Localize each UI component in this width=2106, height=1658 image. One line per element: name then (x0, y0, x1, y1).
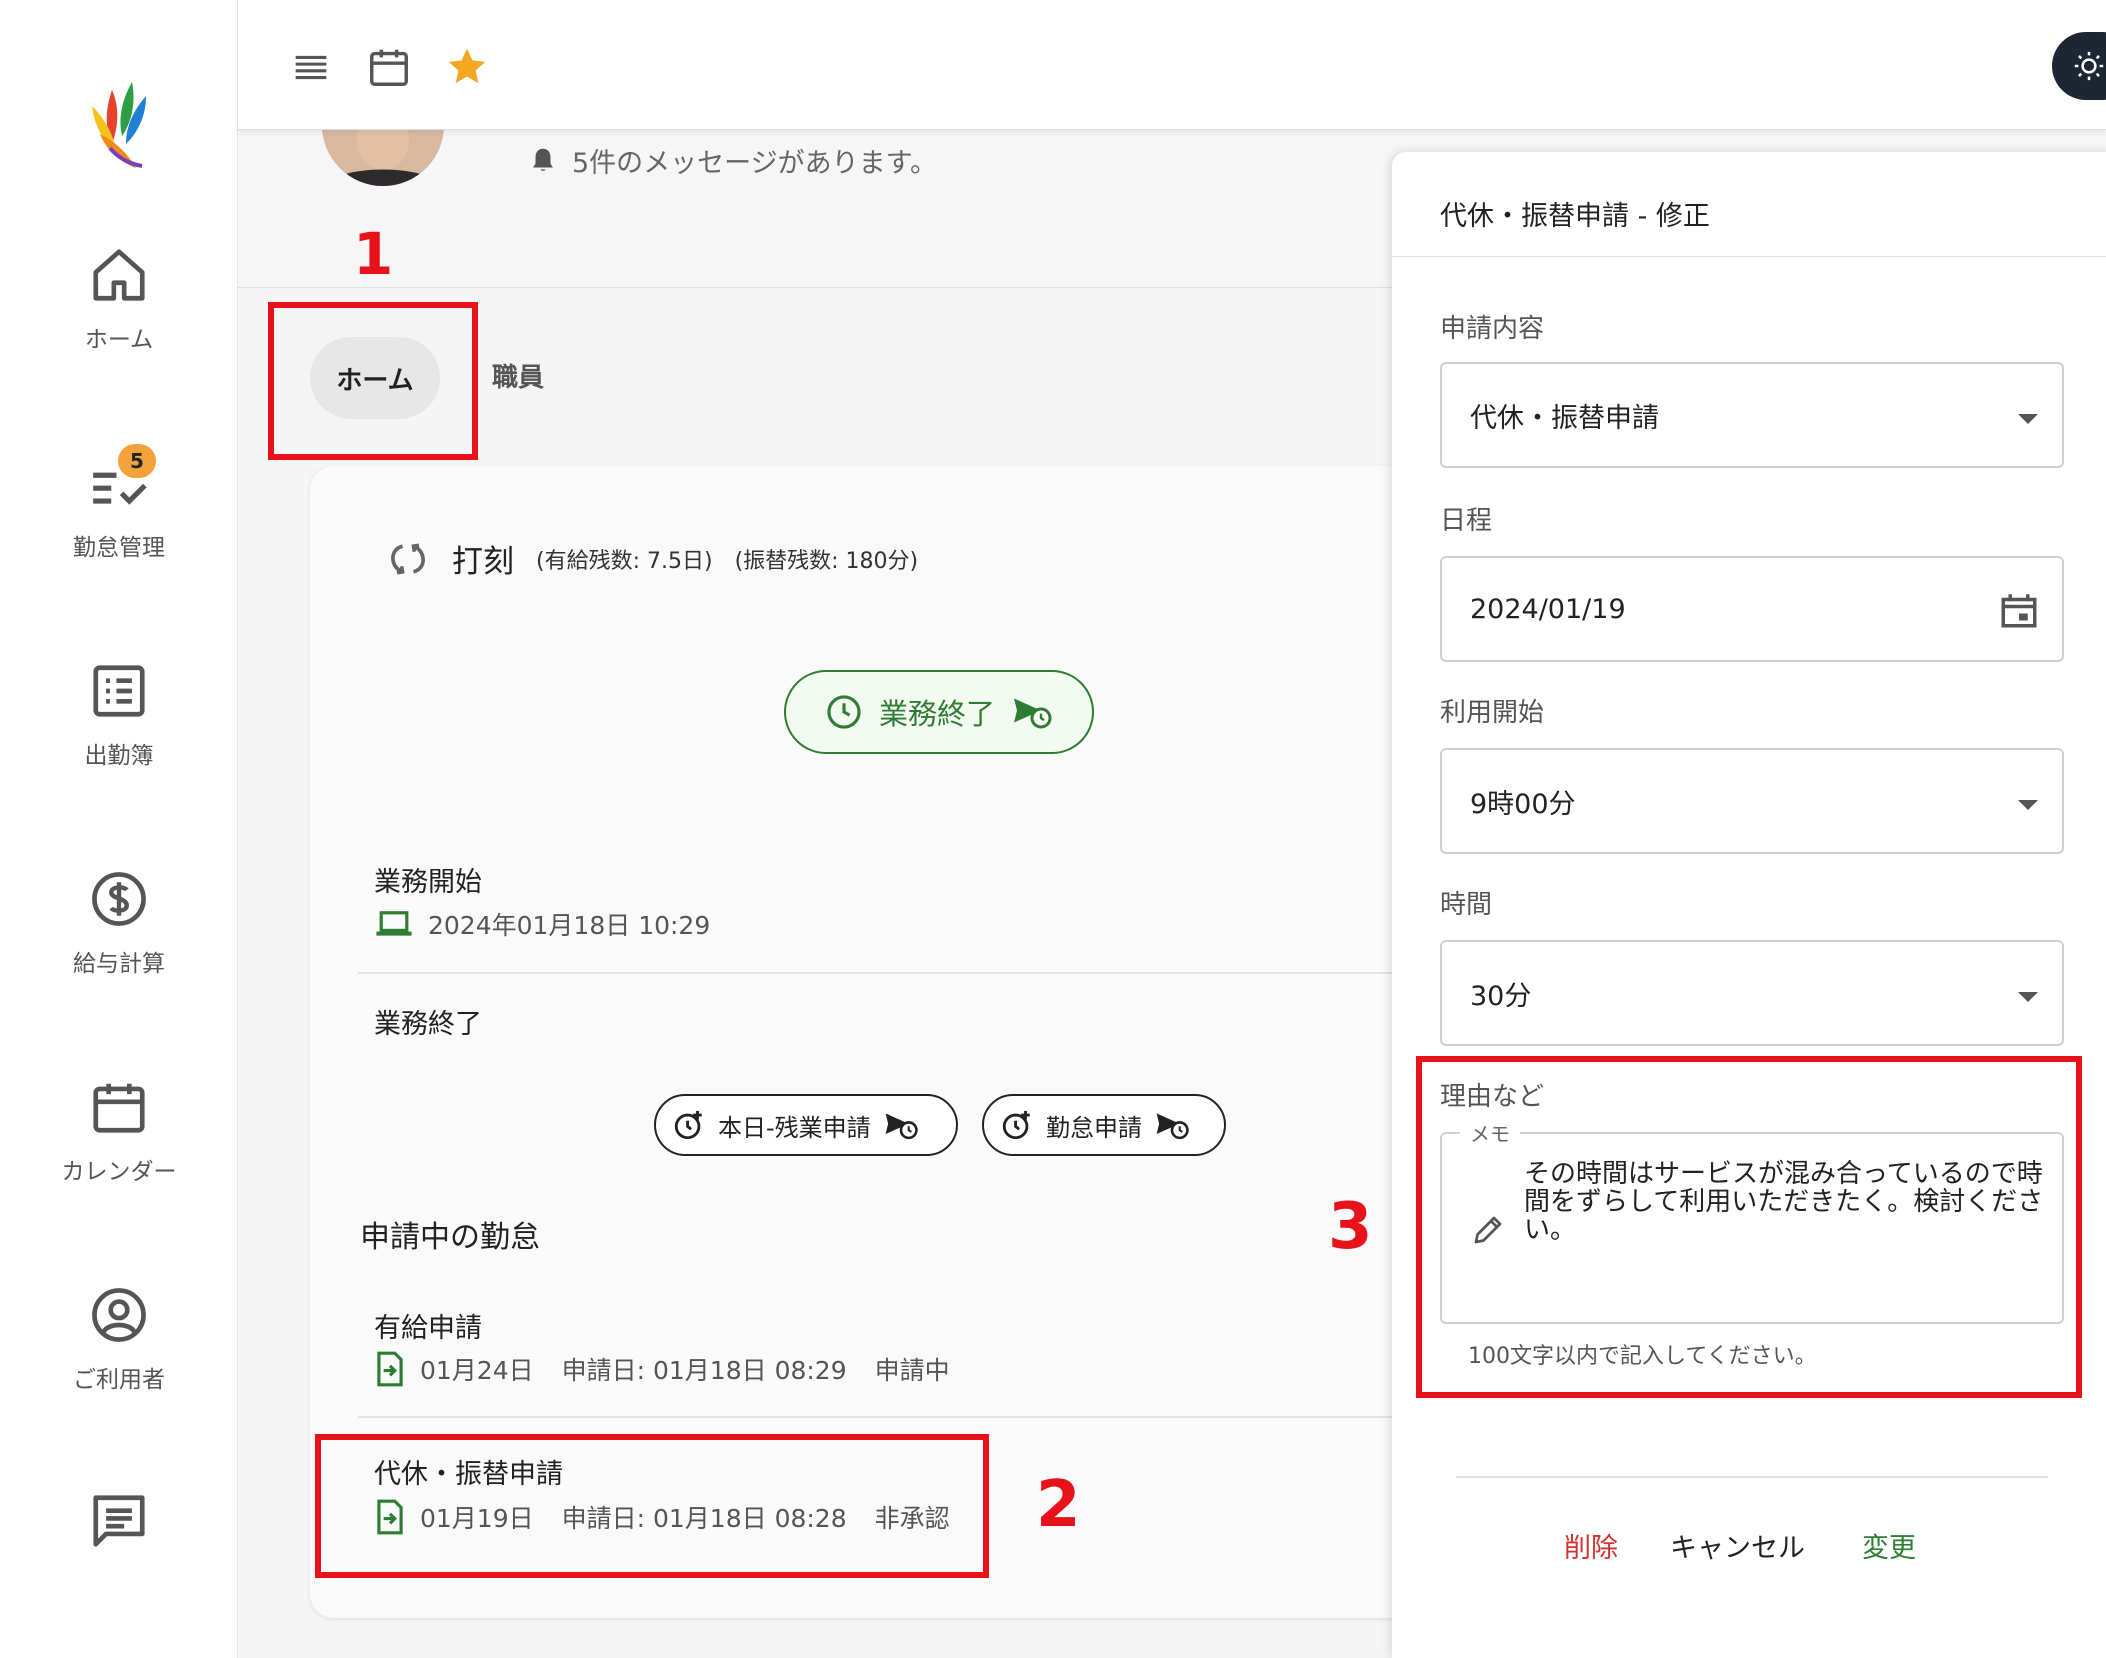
send-clock-icon (883, 1109, 919, 1141)
attendance-request-label: 勤怠申請 (1046, 1113, 1142, 1142)
request-title: 有給申請 (374, 1313, 482, 1344)
duration-select[interactable]: 30分 (1440, 940, 2064, 1046)
duration-value: 30分 (1470, 980, 1532, 1012)
annotation-marker-2: 2 (1036, 1468, 1081, 1542)
start-label: 利用開始 (1440, 698, 1545, 728)
work-end-label: 業務終了 (374, 1009, 482, 1040)
chevron-down-icon (2018, 800, 2038, 810)
divider (358, 1416, 1410, 1418)
transfer-remaining: (振替残数: 180分) (734, 548, 919, 574)
top-bar (238, 0, 2106, 130)
home-icon (88, 244, 150, 306)
send-clock-icon (1154, 1109, 1190, 1141)
annotation-marker-1: 1 (353, 220, 394, 288)
alarm-add-icon (1000, 1108, 1034, 1142)
sidebar-item-label: カレンダー (61, 1159, 177, 1185)
request-applied: 申請日: 01月18日 08:29 (561, 1356, 847, 1385)
start-time-select[interactable]: 9時00分 (1440, 748, 2064, 854)
sidebar-item-attendance[interactable]: 5 勤怠管理 (0, 444, 238, 602)
sidebar-item-timesheet[interactable]: 出勤簿 (0, 660, 238, 810)
work-start-label: 業務開始 (374, 867, 482, 898)
app-logo (82, 78, 152, 170)
highlight-box-2 (315, 1434, 989, 1578)
list-icon (88, 660, 150, 722)
chevron-down-icon (2018, 992, 2038, 1002)
edit-request-panel: 代休・振替申請 - 修正 申請内容 代休・振替申請 日程 2024/01/19 … (1392, 152, 2106, 1658)
pending-requests-title: 申請中の勤怠 (360, 1220, 540, 1255)
schedule-date-field[interactable]: 2024/01/19 (1440, 556, 2064, 662)
send-clock-icon (1011, 693, 1053, 731)
work-end-button[interactable]: 業務終了 (784, 670, 1094, 754)
message-text: 5件のメッセージがあります。 (572, 147, 937, 179)
content-label: 申請内容 (1440, 314, 1545, 344)
checklist-icon: 5 (88, 444, 156, 514)
attendance-request-button[interactable]: 勤怠申請 (982, 1094, 1226, 1156)
punch-title: 打刻 (452, 544, 514, 580)
sidebar-item-label: ホーム (84, 327, 154, 353)
content-select[interactable]: 代休・振替申請 (1440, 362, 2064, 468)
request-date: 01月24日 (420, 1356, 534, 1385)
sidebar-item-payroll[interactable]: 給与計算 (0, 868, 238, 1018)
sidebar-item-messages[interactable] (0, 1490, 238, 1640)
divider (1392, 256, 2106, 257)
star-icon[interactable] (444, 44, 490, 90)
request-status: 申請中 (874, 1356, 950, 1385)
bell-icon (528, 144, 558, 176)
overtime-request-button[interactable]: 本日-残業申請 (654, 1094, 958, 1156)
sidebar-item-users[interactable]: ご利用者 (0, 1284, 238, 1434)
schedule-value: 2024/01/19 (1470, 593, 1626, 625)
calendar-icon[interactable] (1998, 588, 2040, 632)
attendance-count-badge: 5 (118, 444, 156, 478)
message-notice[interactable]: 5件のメッセージがあります。 (528, 140, 937, 180)
sidebar-item-label: 給与計算 (73, 951, 165, 977)
divider (358, 972, 1410, 974)
work-start-row: 2024年01月18日 10:29 (374, 906, 710, 942)
content-value: 代休・振替申請 (1470, 402, 1659, 434)
panel-title: 代休・振替申請 - 修正 (1440, 201, 1710, 232)
request-doc-icon (374, 1350, 406, 1388)
delete-button[interactable]: 削除 (1564, 1526, 1618, 1565)
annotation-marker-3: 3 (1328, 1190, 1373, 1264)
calendar-icon (88, 1076, 150, 1138)
overtime-request-label: 本日-残業申請 (718, 1113, 871, 1142)
chat-icon (88, 1490, 150, 1552)
laptop-icon (374, 908, 414, 940)
sidebar-item-label: ご利用者 (73, 1367, 165, 1393)
sidebar-item-calendar[interactable]: カレンダー (0, 1076, 238, 1226)
sidebar-item-home[interactable]: ホーム (0, 244, 238, 394)
account-icon (88, 1284, 150, 1346)
dollar-icon (88, 868, 150, 930)
work-start-value: 2024年01月18日 10:29 (428, 911, 711, 940)
calendar-icon[interactable] (366, 44, 412, 90)
clock-icon (825, 693, 863, 731)
highlight-box-3 (1416, 1056, 2082, 1398)
alarm-add-icon (672, 1108, 706, 1142)
work-end-label: 業務終了 (878, 697, 995, 731)
menu-icon[interactable] (288, 44, 334, 90)
request-details-row[interactable]: 01月24日 申請日: 01月18日 08:29 申請中 (374, 1350, 950, 1388)
start-value: 9時00分 (1470, 788, 1576, 820)
sun-icon (2072, 49, 2106, 83)
sidebar-item-label: 出勤簿 (84, 743, 154, 769)
cancel-button[interactable]: キャンセル (1670, 1526, 1805, 1565)
punch-header: 打刻 (有給残数: 7.5日) (振替残数: 180分) (386, 536, 918, 581)
schedule-label: 日程 (1440, 506, 1493, 536)
chevron-down-icon (2018, 414, 2038, 424)
paid-leave-remaining: (有給残数: 7.5日) (536, 548, 713, 574)
divider (1456, 1476, 2048, 1478)
theme-toggle-button[interactable] (2052, 32, 2106, 100)
tab-home[interactable]: ホーム (310, 337, 440, 419)
sidebar-item-label: 勤怠管理 (73, 535, 165, 561)
tab-staff[interactable]: 職員 (492, 357, 544, 394)
sync-icon (386, 537, 430, 581)
change-button[interactable]: 変更 (1862, 1526, 1916, 1565)
duration-label: 時間 (1440, 890, 1493, 920)
sidebar: ホーム 5 勤怠管理 出勤簿 給与計算 カレンダー ご利用者 (0, 0, 238, 1658)
